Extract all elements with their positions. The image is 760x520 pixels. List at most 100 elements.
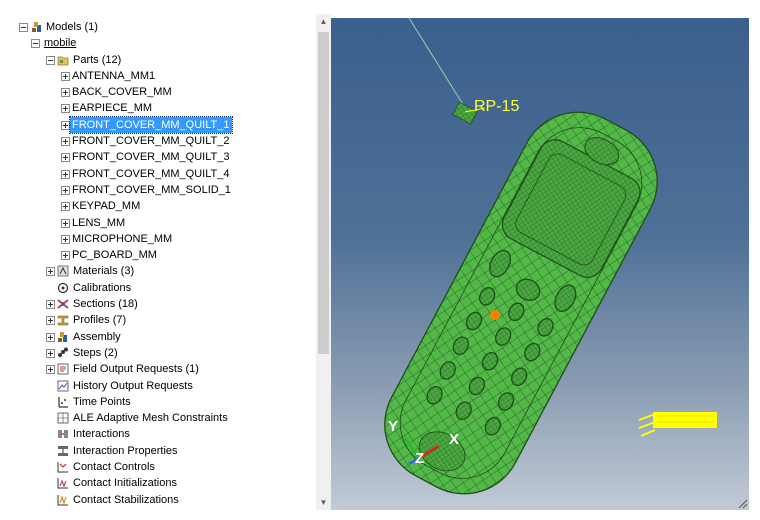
expand-toggle[interactable] <box>46 316 55 326</box>
expand-toggle[interactable] <box>61 234 70 244</box>
tree-node-part[interactable]: FRONT_COVER_MM_QUILT_4 <box>0 166 316 182</box>
interaction-properties-icon <box>58 445 68 456</box>
tree-node-time-points[interactable]: Time Points <box>0 394 316 410</box>
ale-icon <box>57 412 69 424</box>
tree-node-interactions[interactable]: Interactions <box>0 426 316 442</box>
tree-node-part[interactable]: MICROPHONE_MM <box>0 231 316 247</box>
tree-node-part[interactable]: BACK_COVER_MM <box>0 84 316 100</box>
tree-node-contact-stabilizations[interactable]: Contact Stabilizations <box>0 492 316 508</box>
tree-node-history-output[interactable]: History Output Requests <box>0 378 316 394</box>
tree-node-calibrations[interactable]: Calibrations <box>0 280 316 296</box>
triad-z-label: Z <box>415 450 425 467</box>
expand-toggle[interactable] <box>46 267 55 277</box>
tree-label-contact-controls: Contact Controls <box>73 461 155 474</box>
tree-label-part: BACK_COVER_MM <box>72 86 172 99</box>
tree-label-part: EARPIECE_MM <box>72 102 153 115</box>
tree-node-profiles[interactable]: Profiles (7) <box>0 312 316 328</box>
tree-label-part: PC_BOARD_MM <box>72 249 157 262</box>
tree-label-interactions: Interactions <box>73 428 130 441</box>
tree-label-part: KEYPAD_MM <box>72 200 141 213</box>
tree-label-assembly: Assembly <box>73 330 121 343</box>
tree-label-part: FRONT_COVER_MM_QUILT_1 <box>69 115 233 135</box>
expand-toggle[interactable] <box>61 137 70 147</box>
expand-toggle[interactable] <box>61 104 70 114</box>
tree-node-contact-initializations[interactable]: Contact Initializations <box>0 475 316 491</box>
tree-node-part[interactable]: FRONT_COVER_MM_QUILT_2 <box>0 133 316 149</box>
triad-x-label: X <box>449 431 460 448</box>
tree-label-materials: Materials (3) <box>73 265 135 278</box>
tree-node-parts[interactable]: Parts (12) <box>0 52 316 68</box>
collapse-toggle[interactable] <box>31 39 40 49</box>
profiles-icon <box>57 316 69 326</box>
tree-node-ale[interactable]: ALE Adaptive Mesh Constraints <box>0 410 316 426</box>
tree-node-sections[interactable]: Sections (18) <box>0 296 316 312</box>
tree-node-interaction-properties[interactable]: Interaction Properties <box>0 443 316 459</box>
expand-toggle[interactable] <box>61 169 70 179</box>
expand-toggle[interactable] <box>46 332 55 342</box>
contact-controls-icon <box>57 462 68 473</box>
expand-toggle[interactable] <box>46 348 55 358</box>
reference-point-dot[interactable] <box>490 310 500 320</box>
scroll-up-arrow-icon[interactable]: ▲ <box>316 14 331 29</box>
expand-toggle[interactable] <box>61 88 70 98</box>
tree-node-field-output[interactable]: Field Output Requests (1) <box>0 361 316 377</box>
model-viewport[interactable]: RP-15 Y X Z <box>331 18 749 510</box>
tree-label-part: MICROPHONE_MM <box>72 232 173 245</box>
calibrations-icon <box>57 282 69 293</box>
tree-label-part: LENS_MM <box>72 216 126 229</box>
collapse-toggle[interactable] <box>19 23 28 32</box>
history-output-icon <box>57 380 69 391</box>
tree-label-steps: Steps (2) <box>73 346 118 359</box>
tree-node-part[interactable]: FRONT_COVER_MM_QUILT_1 <box>0 115 316 135</box>
tree-node-model-mobile[interactable]: mobile <box>0 35 316 51</box>
tree-node-contact-controls[interactable]: Contact Controls <box>0 459 316 475</box>
expand-toggle[interactable] <box>61 153 70 163</box>
expand-toggle[interactable] <box>61 120 70 130</box>
tree-label-ale: ALE Adaptive Mesh Constraints <box>73 412 228 425</box>
steps-icon <box>58 347 68 357</box>
tree-node-models[interactable]: Models (1) <box>0 19 316 35</box>
tree-label-part: FRONT_COVER_MM_QUILT_4 <box>72 167 230 180</box>
tree-node-part[interactable]: KEYPAD_MM <box>0 198 316 214</box>
tree-label-history-output: History Output Requests <box>73 379 193 392</box>
scroll-down-arrow-icon[interactable]: ▼ <box>316 495 331 510</box>
interactions-icon <box>58 430 68 439</box>
tree-label-model: mobile <box>44 37 77 50</box>
tree-label-calibrations: Calibrations <box>73 281 132 294</box>
tree-label-contact-stabilizations: Contact Stabilizations <box>73 493 179 506</box>
model-tree: Models (1) mobile Parts (12) ANTENNA_MM1… <box>0 19 316 508</box>
expand-toggle[interactable] <box>61 185 70 195</box>
expand-toggle[interactable] <box>61 202 70 212</box>
tree-scrollbar[interactable]: ▲ ▼ <box>316 14 331 510</box>
tree-node-part[interactable]: PC_BOARD_MM <box>0 247 316 263</box>
scroll-thumb[interactable] <box>318 32 329 354</box>
tree-label-time-points: Time Points <box>73 395 131 408</box>
tree-label-parts: Parts (12) <box>73 53 122 66</box>
tree-label-part: FRONT_COVER_MM_QUILT_2 <box>72 135 230 148</box>
expand-toggle[interactable] <box>46 365 55 375</box>
parts-folder-icon <box>57 56 69 65</box>
triad-y-label: Y <box>388 418 399 435</box>
tree-node-part[interactable]: EARPIECE_MM <box>0 100 316 116</box>
expand-toggle[interactable] <box>61 251 70 261</box>
sections-icon <box>57 299 69 309</box>
assembly-icon <box>58 331 67 342</box>
expand-toggle[interactable] <box>61 71 70 81</box>
expand-toggle[interactable] <box>46 300 55 310</box>
expand-toggle[interactable] <box>61 218 70 228</box>
collapse-toggle[interactable] <box>46 55 55 65</box>
tree-node-steps[interactable]: Steps (2) <box>0 345 316 361</box>
tree-node-part[interactable]: FRONT_COVER_MM_QUILT_3 <box>0 149 316 165</box>
tree-node-part[interactable]: ANTENNA_MM1 <box>0 68 316 84</box>
tree-node-assembly[interactable]: Assembly <box>0 329 316 345</box>
tree-label-field-output: Field Output Requests (1) <box>73 363 199 376</box>
phone-mesh-graphic <box>384 18 748 509</box>
tree-node-part[interactable]: LENS_MM <box>0 215 316 231</box>
tree-label-profiles: Profiles (7) <box>73 314 127 327</box>
tree-label-interaction-properties: Interaction Properties <box>73 444 178 457</box>
tree-node-materials[interactable]: Materials (3) <box>0 263 316 279</box>
contact-initializations-icon <box>57 478 68 489</box>
time-points-icon <box>58 396 68 408</box>
tree-node-part[interactable]: FRONT_COVER_MM_SOLID_1 <box>0 182 316 198</box>
tree-label-part: ANTENNA_MM1 <box>72 69 156 82</box>
